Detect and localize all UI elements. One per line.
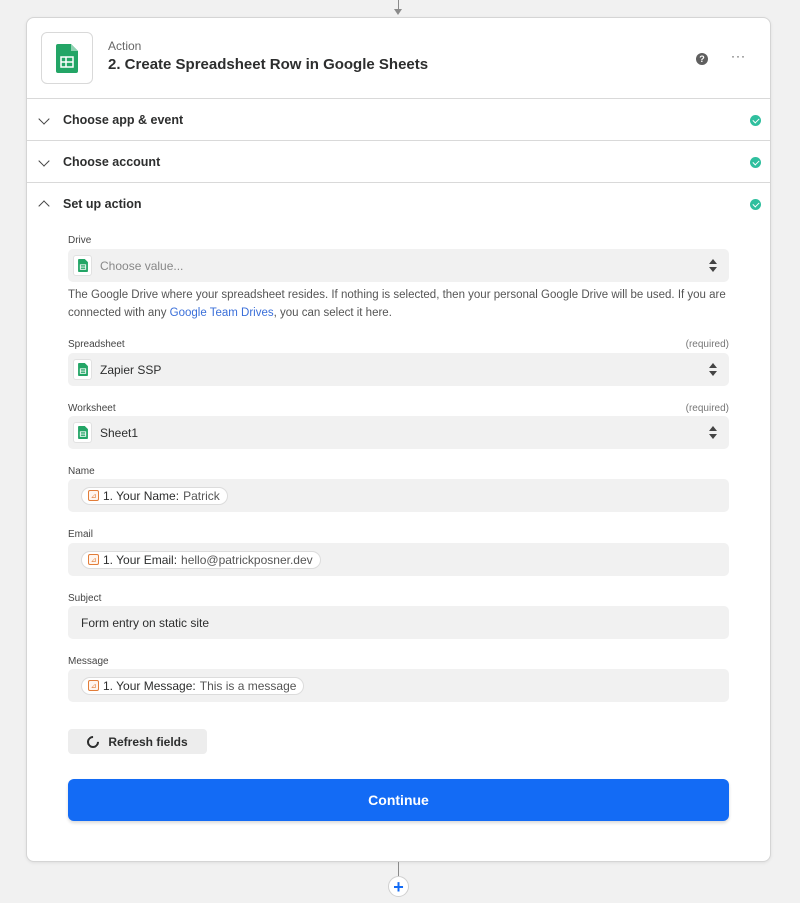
select-arrows-icon bbox=[709, 363, 717, 376]
continue-button[interactable]: Continue bbox=[68, 779, 729, 821]
subject-label: Subject bbox=[68, 593, 102, 604]
select-arrows-icon bbox=[709, 426, 717, 439]
message-input[interactable]: ⊿ 1. Your Message: This is a message bbox=[68, 669, 729, 702]
worksheet-value: Sheet1 bbox=[100, 425, 139, 440]
check-circle-icon bbox=[750, 199, 761, 210]
mapped-field-pill[interactable]: ⊿ 1. Your Message: This is a message bbox=[81, 676, 305, 695]
flow-arrow-down-icon bbox=[394, 9, 402, 15]
check-circle-icon bbox=[750, 115, 761, 126]
section-label: Choose app & event bbox=[63, 113, 184, 127]
drive-select[interactable]: Choose value... bbox=[68, 249, 729, 282]
refresh-icon bbox=[84, 733, 102, 750]
select-arrows-icon bbox=[709, 259, 717, 272]
required-indicator: (required) bbox=[685, 339, 729, 350]
section-choose-app-event[interactable]: Choose app & event bbox=[27, 99, 770, 141]
drive-placeholder: Choose value... bbox=[100, 258, 184, 273]
help-text-part: The Google Drive where your spreadsheet … bbox=[68, 289, 726, 319]
trigger-step-icon: ⊿ bbox=[88, 490, 99, 501]
step-header: Action 2. Create Spreadsheet Row in Goog… bbox=[27, 18, 770, 99]
google-sheets-icon bbox=[73, 359, 92, 380]
pill-key: 1. Your Message: bbox=[103, 678, 196, 693]
pill-value: This is a message bbox=[199, 678, 297, 693]
name-input[interactable]: ⊿ 1. Your Name: Patrick bbox=[68, 479, 729, 512]
drive-help-text: The Google Drive where your spreadsheet … bbox=[68, 286, 733, 322]
chevron-down-icon bbox=[38, 155, 50, 167]
mapped-field-pill[interactable]: ⊿ 1. Your Name: Patrick bbox=[81, 486, 228, 505]
refresh-fields-button[interactable]: Refresh fields bbox=[68, 729, 207, 754]
spreadsheet-value: Zapier SSP bbox=[100, 362, 162, 377]
spreadsheet-label: Spreadsheet bbox=[68, 339, 125, 350]
refresh-fields-label: Refresh fields bbox=[108, 734, 188, 749]
step-title: 2. Create Spreadsheet Row in Google Shee… bbox=[108, 56, 429, 73]
worksheet-select[interactable]: Sheet1 bbox=[68, 416, 729, 449]
section-label: Set up action bbox=[63, 197, 142, 211]
more-options-icon[interactable]: ··· bbox=[731, 49, 746, 63]
section-choose-account[interactable]: Choose account bbox=[27, 141, 770, 183]
chevron-up-icon bbox=[38, 200, 50, 212]
trigger-step-icon: ⊿ bbox=[88, 554, 99, 565]
section-set-up-action[interactable]: Set up action bbox=[27, 183, 770, 225]
google-sheets-icon bbox=[73, 422, 92, 443]
chevron-down-icon bbox=[38, 113, 50, 125]
spreadsheet-select[interactable]: Zapier SSP bbox=[68, 353, 729, 386]
pill-key: 1. Your Email: bbox=[103, 552, 178, 567]
section-label: Choose account bbox=[63, 155, 161, 169]
help-text-part: , you can select it here. bbox=[273, 307, 392, 319]
google-sheets-icon bbox=[73, 255, 92, 276]
step-type-label: Action bbox=[108, 39, 142, 53]
check-circle-icon bbox=[750, 157, 761, 168]
action-step-card: Action 2. Create Spreadsheet Row in Goog… bbox=[26, 17, 771, 862]
trigger-step-icon: ⊿ bbox=[88, 680, 99, 691]
worksheet-label: Worksheet bbox=[68, 403, 116, 414]
email-input[interactable]: ⊿ 1. Your Email: hello@patrickposner.dev bbox=[68, 543, 729, 576]
help-icon[interactable]: ? bbox=[696, 53, 708, 65]
google-team-drives-link[interactable]: Google Team Drives bbox=[170, 307, 274, 319]
mapped-field-pill[interactable]: ⊿ 1. Your Email: hello@patrickposner.dev bbox=[81, 550, 321, 569]
subject-input[interactable]: Form entry on static site bbox=[68, 606, 729, 639]
pill-key: 1. Your Name: bbox=[103, 488, 180, 503]
pill-value: hello@patrickposner.dev bbox=[181, 552, 313, 567]
required-indicator: (required) bbox=[685, 403, 729, 414]
message-label: Message bbox=[68, 656, 109, 667]
flow-connector-bottom bbox=[398, 862, 399, 876]
name-label: Name bbox=[68, 466, 95, 477]
google-sheets-icon bbox=[41, 32, 93, 84]
pill-value: Patrick bbox=[183, 488, 220, 503]
add-step-icon[interactable]: + bbox=[388, 876, 409, 897]
drive-label: Drive bbox=[68, 235, 92, 246]
email-label: Email bbox=[68, 529, 94, 540]
subject-value: Form entry on static site bbox=[81, 615, 210, 630]
